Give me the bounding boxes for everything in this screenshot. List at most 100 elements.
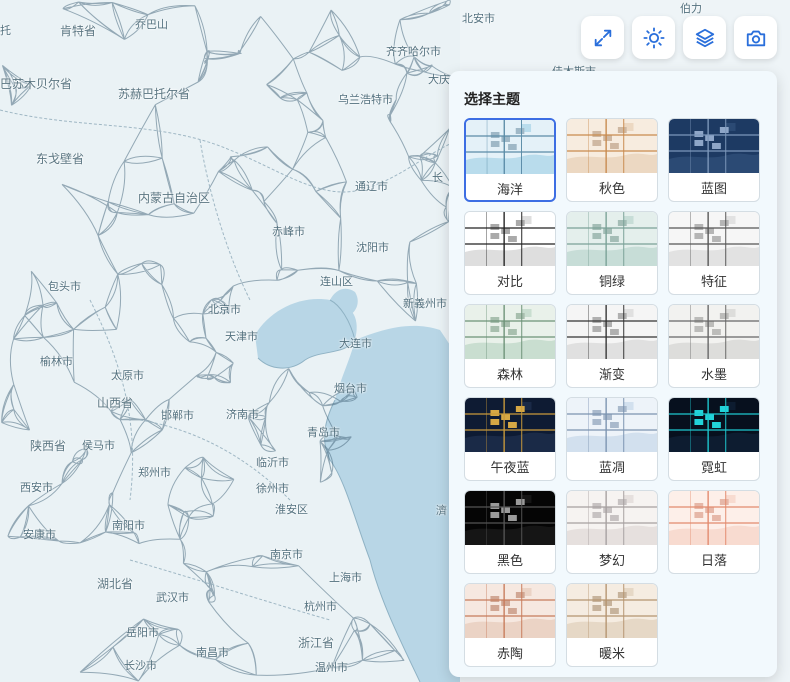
map-city-label: 杭州市 xyxy=(304,600,337,613)
theme-preview xyxy=(669,119,759,173)
theme-label: 梦幻 xyxy=(598,554,625,569)
map-city-label: 乌兰浩特市 xyxy=(338,93,393,106)
theme-label: 森林 xyxy=(496,368,523,383)
map-city-label: 山西省 xyxy=(97,396,134,410)
theme-preview xyxy=(669,398,759,452)
theme-label: 蓝凋 xyxy=(598,461,625,476)
layers-button[interactable] xyxy=(683,16,726,59)
theme-card[interactable]: 水墨 xyxy=(668,304,760,388)
theme-label: 秋色 xyxy=(598,182,625,197)
theme-preview xyxy=(567,584,657,638)
theme-preview xyxy=(567,212,657,266)
map-city-label: 侯马市 xyxy=(82,439,115,452)
map-city-label: 通辽市 xyxy=(355,180,388,193)
map-city-label: 邯郸市 xyxy=(161,409,194,422)
theme-card[interactable]: 暖米 xyxy=(566,583,658,667)
brightness-button[interactable] xyxy=(632,16,675,59)
fullscreen-button[interactable] xyxy=(581,16,624,59)
theme-preview xyxy=(567,491,657,545)
map-city-label: 长沙市 xyxy=(124,659,157,672)
map-city-label: 北安市 xyxy=(462,12,495,25)
theme-label: 对比 xyxy=(496,275,523,290)
map-city-label: 太原市 xyxy=(111,369,144,382)
map-city-label: 大连市 xyxy=(339,337,372,350)
theme-preview xyxy=(669,212,759,266)
theme-preview xyxy=(465,491,555,545)
theme-preview xyxy=(466,120,554,174)
theme-preview xyxy=(567,398,657,452)
map-city-label: 大庆 xyxy=(428,73,450,86)
map-city-label: 徐州市 xyxy=(256,482,289,495)
map-toolbar xyxy=(581,16,777,59)
map-city-label: 连山区 xyxy=(320,275,353,288)
theme-card[interactable]: 午夜蓝 xyxy=(464,397,556,481)
map-city-label: 沈阳市 xyxy=(356,241,389,254)
theme-card[interactable]: 秋色 xyxy=(566,118,658,202)
theme-card[interactable]: 黑色 xyxy=(464,490,556,574)
theme-card[interactable]: 铜绿 xyxy=(566,211,658,295)
map-city-label: 青岛市 xyxy=(307,426,340,439)
camera-icon xyxy=(746,30,765,46)
map-city-label: 武汉市 xyxy=(156,591,189,604)
theme-card[interactable]: 霓虹 xyxy=(668,397,760,481)
map-city-label: 岳阳市 xyxy=(126,626,159,639)
map-city-label: 内蒙古自治区 xyxy=(138,191,211,205)
theme-label: 日落 xyxy=(700,554,727,569)
map-city-label: 长 xyxy=(432,171,443,184)
theme-card[interactable]: 梦幻 xyxy=(566,490,658,574)
theme-preview xyxy=(465,212,555,266)
theme-card[interactable]: 蓝凋 xyxy=(566,397,658,481)
theme-card[interactable]: 日落 xyxy=(668,490,760,574)
map-city-label: 安康市 xyxy=(23,528,56,541)
theme-label: 暖米 xyxy=(598,647,625,662)
theme-card[interactable]: 蓝图 xyxy=(668,118,760,202)
theme-label: 海洋 xyxy=(496,183,523,198)
map-city-label: 托 xyxy=(0,24,11,37)
theme-card[interactable]: 赤陶 xyxy=(464,583,556,667)
map-city-label: 苏赫巴托尔省 xyxy=(118,87,191,101)
theme-label: 霓虹 xyxy=(700,461,727,476)
theme-card[interactable]: 森林 xyxy=(464,304,556,388)
map-city-label: 西安市 xyxy=(20,481,53,494)
theme-label: 蓝图 xyxy=(700,182,727,197)
theme-label: 赤陶 xyxy=(496,647,523,662)
map-city-label: 临沂市 xyxy=(256,456,289,469)
map-city-label: 新義州市 xyxy=(403,297,447,310)
map-city-label: 巴苏木贝尔省 xyxy=(0,77,73,91)
theme-grid: 海洋 秋色 蓝图对比 铜绿 特征森林 渐变 水墨午夜蓝 蓝凋 霓虹黑色 梦幻 日落赤陶 暖米 xyxy=(464,118,763,667)
sun-icon xyxy=(642,26,665,49)
theme-card[interactable]: 对比 xyxy=(464,211,556,295)
map-city-label: 郑州市 xyxy=(138,466,171,479)
theme-label: 午夜蓝 xyxy=(490,461,530,476)
map-city-label: 淮安区 xyxy=(275,503,308,516)
map-city-label: 济南市 xyxy=(226,408,259,421)
theme-card[interactable]: 特征 xyxy=(668,211,760,295)
theme-selector-panel: 选择主题 海洋 秋色 蓝图对比 铜绿 特征森林 渐变 水墨午夜蓝 蓝凋 霓虹黑色 梦幻 日落赤陶 暖米 xyxy=(449,71,777,677)
theme-label: 渐变 xyxy=(598,368,625,383)
theme-label: 水墨 xyxy=(700,368,727,383)
map-city-label: 上海市 xyxy=(329,571,362,584)
map-city-label: 湖北省 xyxy=(97,577,134,591)
map-city-label: 乔巴山 xyxy=(135,18,168,31)
theme-label: 铜绿 xyxy=(598,275,625,290)
screenshot-button[interactable] xyxy=(734,16,777,59)
map-city-label: 浙江省 xyxy=(298,636,335,650)
theme-preview xyxy=(465,584,555,638)
theme-preview xyxy=(465,398,555,452)
theme-preview xyxy=(669,305,759,359)
theme-label: 特征 xyxy=(700,275,727,290)
theme-preview xyxy=(669,491,759,545)
map-city-label: 天津市 xyxy=(225,330,258,343)
panel-title: 选择主题 xyxy=(464,92,520,108)
theme-card[interactable]: 海洋 xyxy=(464,118,556,202)
map-city-label: 南昌市 xyxy=(196,646,229,659)
expand-icon xyxy=(594,29,611,46)
map-city-label: 榆林市 xyxy=(40,355,73,368)
map-city-label: 赤峰市 xyxy=(272,225,305,238)
theme-card[interactable]: 渐变 xyxy=(566,304,658,388)
map-city-label: 南京市 xyxy=(270,548,303,561)
map-city-label: 齐齐哈尔市 xyxy=(386,45,441,58)
theme-preview xyxy=(465,305,555,359)
map-city-label: 北京市 xyxy=(208,303,241,316)
map-city-label: 包头市 xyxy=(48,280,81,293)
